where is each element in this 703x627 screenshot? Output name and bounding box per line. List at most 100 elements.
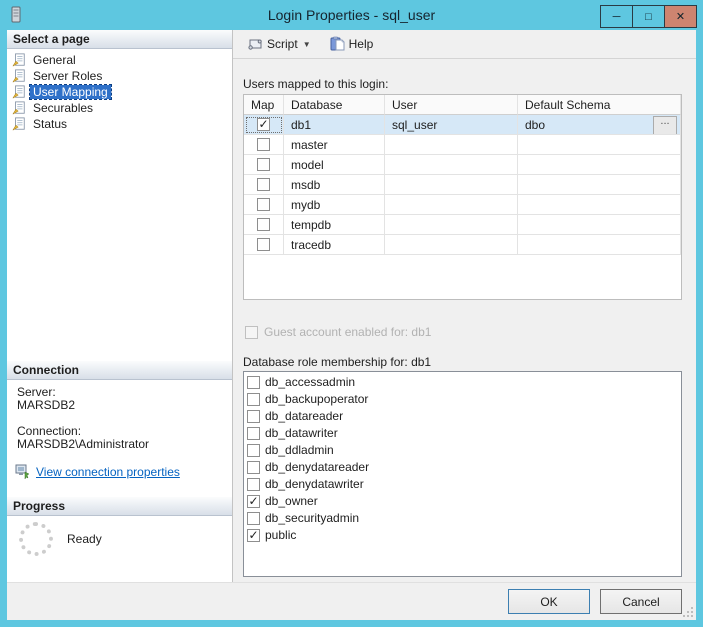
role-checkbox[interactable] [247, 409, 260, 423]
maximize-button[interactable]: □ [632, 5, 665, 28]
role-checkbox[interactable] [247, 443, 260, 457]
sidebar-page-item[interactable]: User Mapping [11, 84, 228, 100]
user-mapping-grid: Map Database User Default Schema ✓ db1 sql_… [243, 94, 682, 300]
table-row[interactable]: model [244, 155, 681, 175]
grid-body: ✓ db1 sql_user dbo... master model msdb … [244, 115, 681, 255]
guest-account-label: Guest account enabled for: db1 [264, 325, 432, 339]
role-checkbox[interactable] [247, 375, 260, 389]
connection-header: Connection [7, 361, 232, 380]
connection-info: Server: MARSDB2 Connection: MARSDB2\Admi… [17, 386, 149, 464]
database-cell: msdb [284, 175, 385, 195]
script-icon [248, 39, 262, 50]
default-schema-cell [518, 215, 681, 235]
role-checkbox[interactable] [247, 392, 260, 406]
role-membership-label: Database role membership for: db1 [243, 355, 432, 369]
sidebar: Select a page General Server Roles User … [7, 30, 233, 582]
script-button[interactable]: Script ▼ [243, 34, 325, 54]
user-cell [385, 235, 518, 255]
default-schema-browse-button[interactable]: ... [653, 116, 677, 134]
page-icon [12, 117, 25, 131]
close-button[interactable]: ✕ [664, 5, 697, 28]
page-icon [12, 101, 25, 115]
map-checkbox[interactable] [257, 158, 270, 171]
view-connection-properties-link[interactable]: View connection properties [15, 464, 180, 479]
role-list-item[interactable]: db_securityadmin [247, 510, 681, 526]
role-checkbox[interactable] [247, 426, 260, 440]
app-icon[interactable] [8, 6, 24, 24]
cancel-button[interactable]: Cancel [600, 589, 682, 614]
role-list-item[interactable]: ✓ db_owner [247, 493, 681, 509]
role-list-item[interactable]: db_denydatawriter [247, 476, 681, 492]
role-checkbox[interactable]: ✓ [247, 494, 260, 508]
sidebar-page-item[interactable]: Server Roles [11, 68, 228, 84]
role-checkbox[interactable]: ✓ [247, 528, 260, 542]
map-cell [244, 155, 284, 175]
resize-grip-icon[interactable] [682, 606, 694, 618]
map-checkbox[interactable] [257, 238, 270, 251]
role-checkbox[interactable] [247, 511, 260, 525]
minimize-button[interactable]: ─ [600, 5, 633, 28]
sidebar-page-label: Server Roles [33, 69, 103, 83]
role-list-item[interactable]: db_datareader [247, 408, 681, 424]
table-row[interactable]: msdb [244, 175, 681, 195]
map-checkbox[interactable] [257, 178, 270, 191]
role-list-item[interactable]: db_accessadmin [247, 374, 681, 390]
table-row[interactable]: tracedb [244, 235, 681, 255]
role-label: db_owner [265, 494, 318, 508]
title-bar: Login Properties - sql_user ─ □ ✕ [0, 0, 703, 30]
script-dropdown-icon: ▼ [302, 39, 311, 49]
role-list-item[interactable]: ✓ public [247, 527, 681, 543]
login-properties-window: Login Properties - sql_user ─ □ ✕ Select… [0, 0, 703, 627]
role-list-item[interactable]: db_ddladmin [247, 442, 681, 458]
role-membership-list: db_accessadmin db_backupoperator db_data… [243, 371, 682, 577]
sidebar-page-item[interactable]: Status [11, 116, 228, 132]
column-header: Map [244, 95, 284, 115]
progress-status: Ready [19, 522, 102, 556]
close-icon: ✕ [675, 11, 686, 23]
database-cell: model [284, 155, 385, 175]
role-list-item[interactable]: db_datawriter [247, 425, 681, 441]
select-a-page-header: Select a page [7, 30, 232, 49]
column-header: Database [284, 95, 385, 115]
guest-account-checkbox [245, 325, 258, 339]
map-checkbox[interactable] [257, 198, 270, 211]
sidebar-page-item[interactable]: Securables [11, 100, 228, 116]
role-list-item[interactable]: db_denydatareader [247, 459, 681, 475]
user-cell [385, 195, 518, 215]
database-cell: tempdb [284, 215, 385, 235]
default-schema-cell [518, 235, 681, 255]
footer: OK Cancel [7, 582, 696, 620]
role-label: db_denydatawriter [265, 477, 364, 491]
progress-status-text: Ready [67, 532, 102, 546]
grid-header-row: Map Database User Default Schema [244, 95, 681, 115]
progress-header: Progress [7, 497, 232, 516]
table-row[interactable]: ✓ db1 sql_user dbo... [244, 115, 681, 135]
map-cell [244, 235, 284, 255]
default-schema-cell [518, 175, 681, 195]
default-schema-cell [518, 155, 681, 175]
map-cell: ✓ [244, 115, 284, 135]
default-schema-cell [518, 135, 681, 155]
user-cell [385, 215, 518, 235]
role-list-item[interactable]: db_backupoperator [247, 391, 681, 407]
database-cell: tracedb [284, 235, 385, 255]
map-checkbox[interactable]: ✓ [257, 118, 270, 131]
table-row[interactable]: mydb [244, 195, 681, 215]
help-button[interactable]: Help [325, 34, 378, 54]
page-icon [12, 53, 25, 67]
map-checkbox[interactable] [257, 138, 270, 151]
table-row[interactable]: tempdb [244, 215, 681, 235]
minimize-icon: ─ [612, 10, 621, 23]
role-checkbox[interactable] [247, 477, 260, 491]
ok-button[interactable]: OK [508, 589, 590, 614]
sidebar-page-item[interactable]: General [11, 52, 228, 68]
user-cell [385, 135, 518, 155]
help-label: Help [348, 37, 374, 51]
map-checkbox[interactable] [257, 218, 270, 231]
role-label: db_datawriter [265, 426, 338, 440]
table-row[interactable]: master [244, 135, 681, 155]
role-label: public [265, 528, 297, 542]
column-header: User [385, 95, 518, 115]
connection-properties-icon [15, 464, 30, 479]
role-checkbox[interactable] [247, 460, 260, 474]
